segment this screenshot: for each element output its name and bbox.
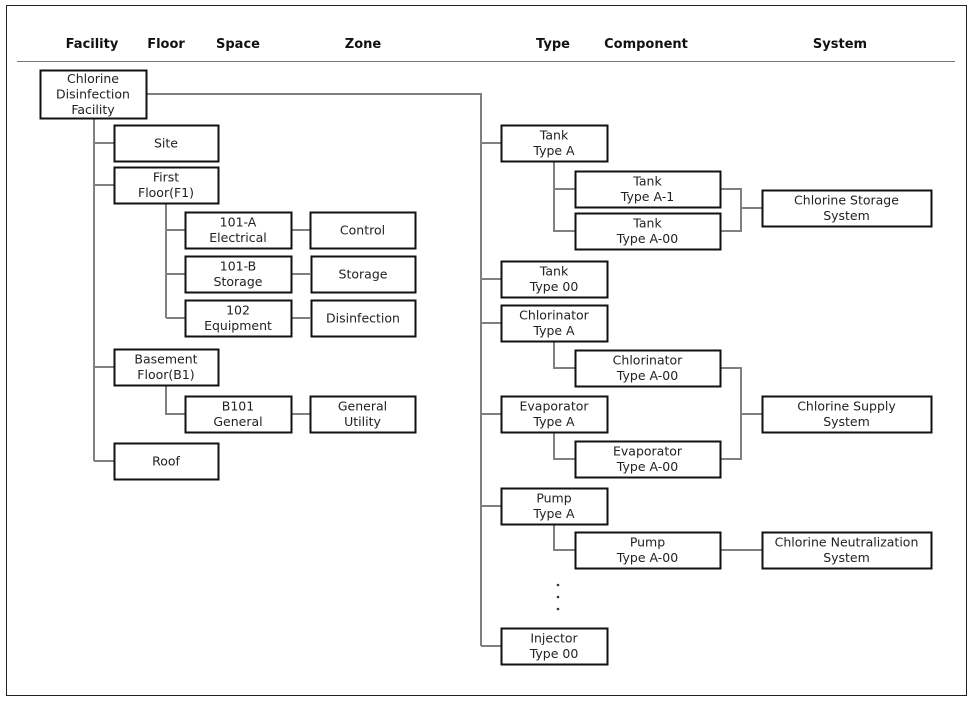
node-label: Type A xyxy=(532,414,575,429)
node-label: Chlorine Supply xyxy=(797,399,896,414)
node-comp-chlorinator-a00: ChlorinatorType A-00 xyxy=(574,349,722,388)
node-label: Type 00 xyxy=(529,646,579,661)
column-header-component: Component xyxy=(604,37,688,52)
node-label: Type A xyxy=(532,323,575,338)
connector-line xyxy=(553,341,575,369)
node-label: Chlorine Storage xyxy=(794,193,899,208)
node-zone-disinfection: Disinfection xyxy=(310,299,417,338)
connector-line xyxy=(720,188,742,232)
node-label: Facility xyxy=(71,102,115,117)
node-basement-floor: BasementFloor(B1) xyxy=(113,348,220,387)
node-label: 101-B xyxy=(220,259,257,274)
node-label: Floor(F1) xyxy=(138,185,194,200)
node-label: Disinfection xyxy=(56,86,130,101)
node-label: System xyxy=(823,414,870,429)
node-site: Site xyxy=(113,124,220,163)
column-header-system: System xyxy=(813,37,867,52)
node-type-tank-a: TankType A xyxy=(500,124,609,163)
node-label: Electrical xyxy=(209,230,266,245)
node-label: Utility xyxy=(344,414,381,429)
node-type-evaporator-a: EvaporatorType A xyxy=(500,395,609,434)
node-label: General xyxy=(338,399,387,414)
column-header-zone: Zone xyxy=(345,37,382,52)
connector-line xyxy=(553,161,575,232)
facility-hierarchy-diagram: Facility Floor Space Zone Type Component Syste… xyxy=(6,5,967,696)
column-header-space: Space xyxy=(216,37,260,52)
node-roof: Roof xyxy=(113,442,220,481)
node-label: Type A-1 xyxy=(620,189,674,204)
node-type-pump-a: PumpType A xyxy=(500,487,609,526)
node-zone-general-utility: GeneralUtility xyxy=(309,395,417,434)
node-space-102: 102Equipment xyxy=(184,299,293,338)
node-comp-pump-a00: PumpType A-00 xyxy=(574,531,722,570)
node-label: Pump xyxy=(630,535,665,550)
connector-line xyxy=(165,385,185,415)
node-sys-storage: Chlorine StorageSystem xyxy=(761,189,933,228)
node-label: Roof xyxy=(152,453,180,468)
node-label: Evaporator xyxy=(613,444,683,459)
ellipsis-dot xyxy=(556,583,560,587)
node-space-101a: 101-AElectrical xyxy=(184,211,293,250)
column-header-type: Type xyxy=(536,37,570,52)
connector-line xyxy=(720,367,742,460)
node-label: 101-A xyxy=(220,215,257,230)
node-type-tank-00: TankType 00 xyxy=(500,260,609,299)
node-label: System xyxy=(823,550,870,565)
node-label: General xyxy=(213,414,262,429)
node-label: Storage xyxy=(339,266,388,281)
node-label: B101 xyxy=(222,399,254,414)
node-label: Type A xyxy=(532,506,575,521)
node-label: Injector xyxy=(530,631,578,646)
node-label: Control xyxy=(340,222,385,237)
node-label: 102 xyxy=(226,303,250,318)
node-type-injector-00: InjectorType 00 xyxy=(500,627,609,666)
node-label: Type A-00 xyxy=(616,231,678,246)
node-comp-evaporator-a00: EvaporatorType A-00 xyxy=(574,440,722,479)
node-label: Chlorine Neutralization xyxy=(775,535,919,550)
node-label: Chlorinator xyxy=(613,353,684,368)
node-label: Evaporator xyxy=(519,399,589,414)
node-label: Storage xyxy=(214,274,263,289)
column-header-facility: Facility xyxy=(66,37,119,52)
node-label: Equipment xyxy=(204,318,272,333)
ellipsis-dot xyxy=(556,595,560,599)
node-comp-tank-a00: TankType A-00 xyxy=(574,212,722,251)
node-label: Type A xyxy=(532,143,575,158)
node-label: Tank xyxy=(632,216,662,231)
node-label: Tank xyxy=(539,264,569,279)
node-label: Tank xyxy=(632,174,662,189)
node-label: Site xyxy=(154,135,178,150)
node-label: Type A-00 xyxy=(616,368,678,383)
node-zone-control: Control xyxy=(309,211,417,250)
node-sys-neutralization: Chlorine NeutralizationSystem xyxy=(761,531,933,570)
node-space-101b: 101-BStorage xyxy=(184,255,293,294)
connector-line xyxy=(553,432,575,460)
node-type-chlorinator-a: ChlorinatorType A xyxy=(500,304,609,343)
node-label: Pump xyxy=(536,491,571,506)
node-facility: ChlorineDisinfectionFacility xyxy=(39,69,148,120)
column-header-floor: Floor xyxy=(147,37,185,52)
node-comp-tank-a1: TankType A-1 xyxy=(574,170,722,209)
node-label: Type A-00 xyxy=(616,459,678,474)
connector-line xyxy=(553,524,575,551)
node-label: Disinfection xyxy=(326,310,400,325)
node-label: Tank xyxy=(539,128,569,143)
ellipsis-dot xyxy=(556,607,560,611)
node-space-b101: B101General xyxy=(184,395,293,434)
node-label: System xyxy=(823,208,870,223)
node-first-floor: FirstFloor(F1) xyxy=(113,166,220,205)
node-label: First xyxy=(153,170,179,185)
node-label: Floor(B1) xyxy=(137,367,194,382)
node-label: Chlorine xyxy=(67,71,119,86)
node-label: Type A-00 xyxy=(616,550,678,565)
node-label: Basement xyxy=(134,352,197,367)
node-zone-storage: Storage xyxy=(310,255,417,294)
node-label: Type 00 xyxy=(529,279,579,294)
node-sys-supply: Chlorine SupplySystem xyxy=(761,395,933,434)
node-label: Chlorinator xyxy=(519,308,590,323)
